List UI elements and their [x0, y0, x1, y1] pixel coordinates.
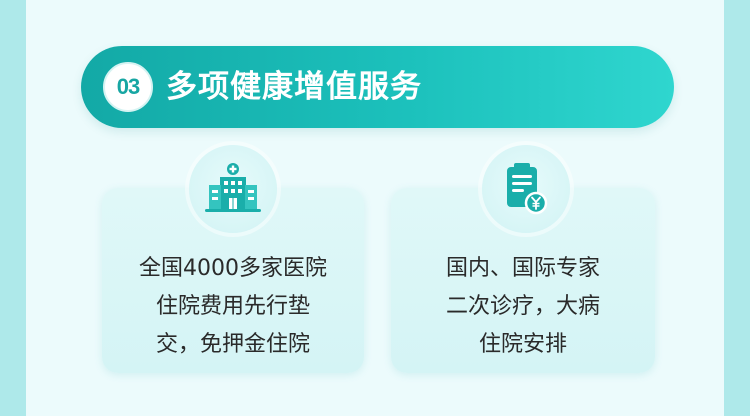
section-number-badge: 03 [103, 62, 153, 112]
card-line: 二次诊疗，大病 [445, 294, 600, 319]
card-line: 国内、国际专家 [445, 256, 600, 281]
card-line: 住院安排 [478, 332, 567, 357]
clipboard-icon-circle [482, 145, 570, 233]
section-title: 多项健康增值服务 [166, 69, 422, 105]
service-card-text: 国内、国际专家 二次诊疗，大病 住院安排 [391, 250, 655, 364]
card-line: 全国4000多家医院 [139, 256, 327, 281]
card-line: 住院费用先行垫 [155, 294, 310, 319]
hospital-icon [205, 163, 261, 212]
card-line: 交，免押金住院 [155, 332, 310, 357]
section-header: 03 多项健康增值服务 [81, 46, 674, 128]
clipboard-yuan-icon [507, 163, 548, 215]
hospital-icon-circle [189, 145, 277, 233]
service-card-text: 全国4000多家医院 住院费用先行垫 交，免押金住院 [102, 250, 364, 364]
